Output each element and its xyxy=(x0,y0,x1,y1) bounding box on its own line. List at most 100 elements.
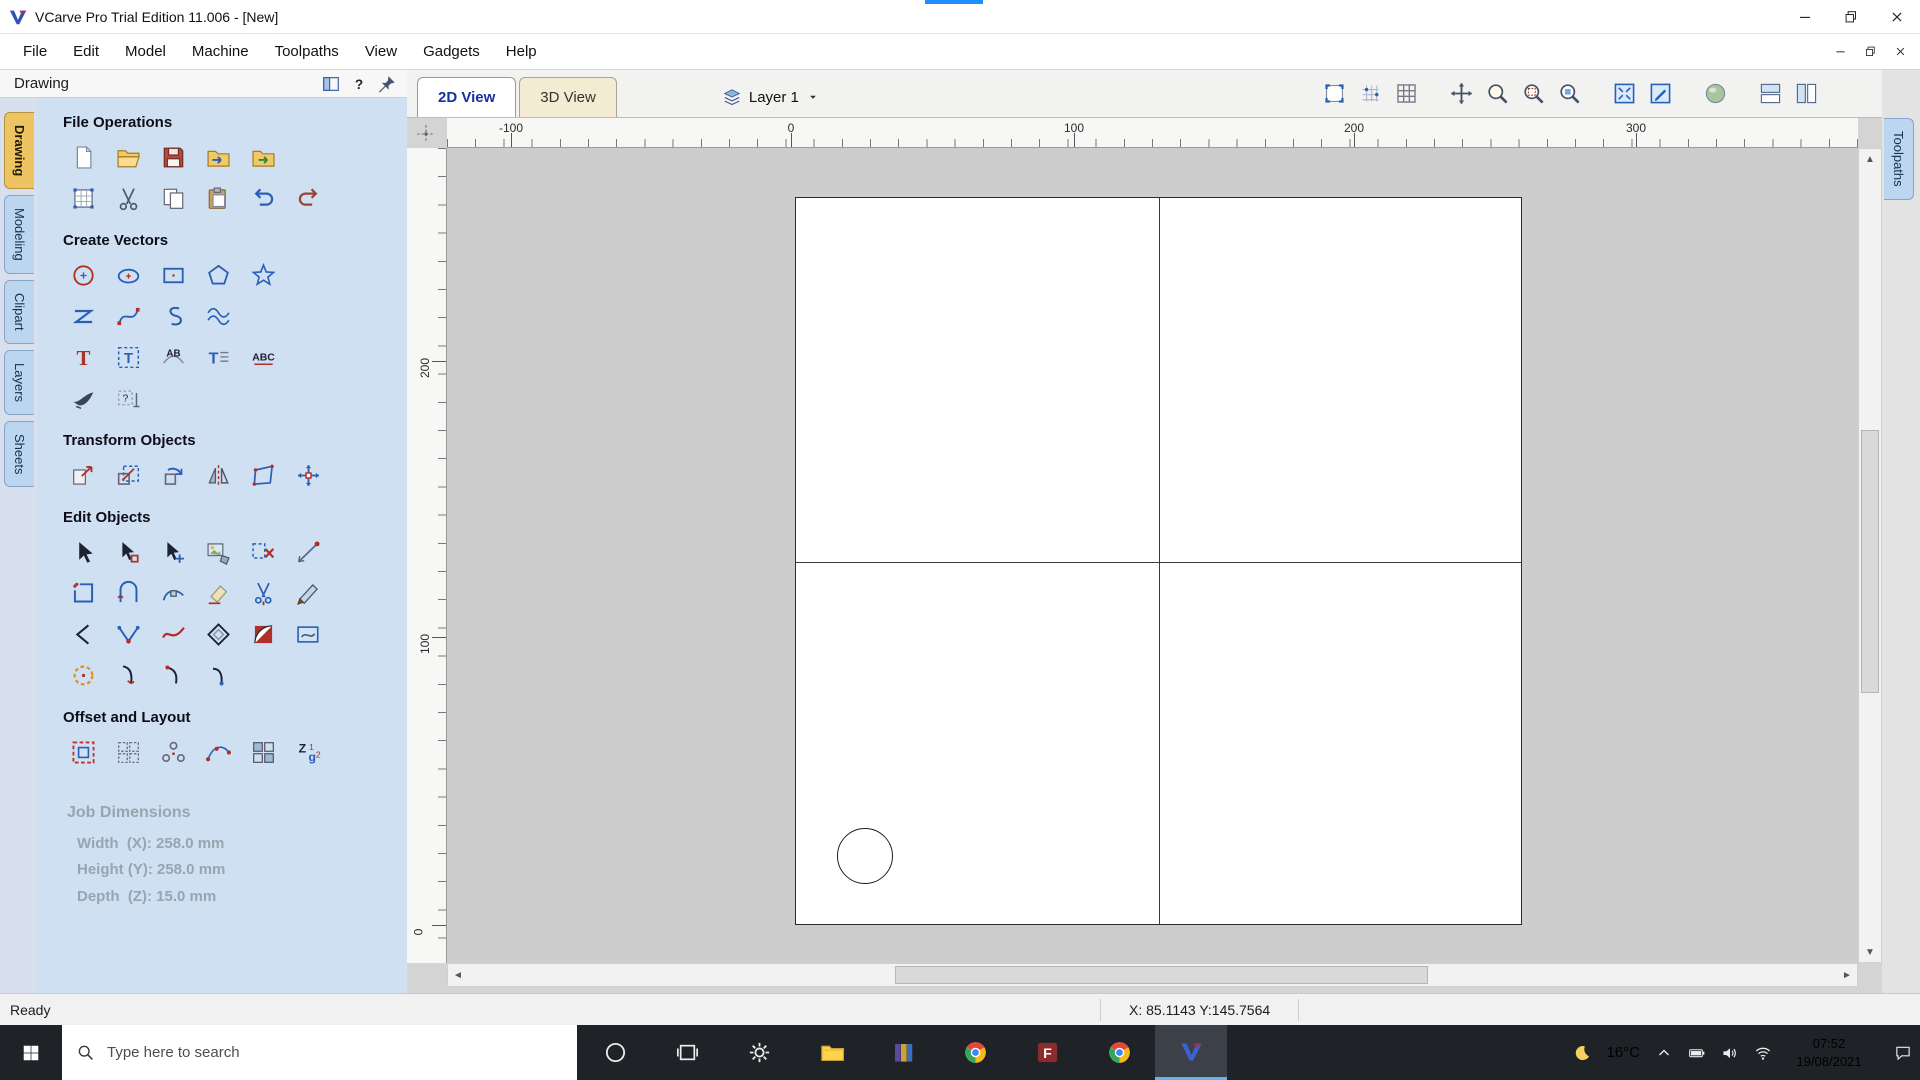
insert-node-tool-button[interactable] xyxy=(108,615,148,653)
side-tab-layers[interactable]: Layers xyxy=(4,350,34,415)
notification-icon[interactable] xyxy=(1894,1044,1912,1062)
extend-arc-tool-button[interactable] xyxy=(108,656,148,694)
volume-icon[interactable] xyxy=(1721,1044,1739,1062)
toggle-shading-button[interactable] xyxy=(1700,78,1731,109)
menu-toolpaths[interactable]: Toolpaths xyxy=(262,34,352,69)
import-vectors-tool-button[interactable] xyxy=(198,138,238,176)
undo-tool-button[interactable] xyxy=(243,179,283,217)
menu-file[interactable]: File xyxy=(10,34,60,69)
vertical-scroll-thumb[interactable] xyxy=(1861,430,1879,693)
scroll-right-icon[interactable] xyxy=(1837,964,1857,986)
fillet-tool-button[interactable] xyxy=(243,615,283,653)
copy-along-tool-button[interactable] xyxy=(198,733,238,771)
curve-fit-tool-button[interactable] xyxy=(153,574,193,612)
side-tab-drawing[interactable]: Drawing xyxy=(4,112,34,189)
arc-fit-tool-button[interactable] xyxy=(63,615,103,653)
scale-tool-button[interactable] xyxy=(108,456,148,494)
side-tab-modeling[interactable]: Modeling xyxy=(4,195,34,274)
zoom-selected-button[interactable] xyxy=(1554,78,1585,109)
cut-tool-button[interactable] xyxy=(108,179,148,217)
open-file-tool-button[interactable] xyxy=(108,138,148,176)
side-tab-sheets[interactable]: Sheets xyxy=(4,421,34,487)
new-file-tool-button[interactable] xyxy=(63,138,103,176)
boolean-tool-button[interactable] xyxy=(198,615,238,653)
join-vectors-tool-button[interactable] xyxy=(63,574,103,612)
battery-icon[interactable] xyxy=(1688,1044,1706,1062)
text-on-curve-tool-button[interactable]: AB xyxy=(153,338,193,376)
taskbar-file-explorer-icon[interactable] xyxy=(795,1025,867,1080)
start-button[interactable] xyxy=(0,1025,62,1080)
arc-seg-1-tool-button[interactable] xyxy=(153,656,193,694)
fit-curve-tool-button[interactable] xyxy=(153,615,193,653)
arc-seg-2-tool-button[interactable] xyxy=(198,656,238,694)
knife-tool-button[interactable] xyxy=(288,574,328,612)
copy-tool-button[interactable] xyxy=(153,179,193,217)
taskbar-chrome-icon[interactable] xyxy=(939,1025,1011,1080)
vertical-scrollbar[interactable] xyxy=(1858,148,1882,963)
zoom-box-button[interactable] xyxy=(1518,78,1549,109)
measure-tool-button[interactable] xyxy=(288,533,328,571)
scroll-down-icon[interactable] xyxy=(1859,942,1881,962)
node-edit-tool-button[interactable] xyxy=(108,533,148,571)
menu-help[interactable]: Help xyxy=(493,34,550,69)
menu-model[interactable]: Model xyxy=(112,34,179,69)
panel-pin-button[interactable] xyxy=(377,74,397,94)
zoom-drawing-button[interactable] xyxy=(1645,78,1676,109)
rotate-tool-button[interactable] xyxy=(153,456,193,494)
taskbar-f-app-icon[interactable]: F xyxy=(1011,1025,1083,1080)
taskbar-chrome-2-icon[interactable] xyxy=(1083,1025,1155,1080)
panel-help-button[interactable]: ? xyxy=(349,74,369,94)
crop-tool-button[interactable] xyxy=(288,615,328,653)
layer-selector[interactable]: Layer 1 xyxy=(722,87,820,107)
tray-expand-icon[interactable] xyxy=(1655,1044,1673,1062)
join-smooth-tool-button[interactable] xyxy=(108,574,148,612)
canvas[interactable] xyxy=(447,148,1858,963)
menu-view[interactable]: View xyxy=(352,34,410,69)
clock[interactable]: 07:52 19/08/2021 xyxy=(1787,1035,1871,1070)
mdi-close-button[interactable] xyxy=(1886,39,1914,65)
menu-gadgets[interactable]: Gadgets xyxy=(410,34,493,69)
temperature-widget[interactable]: 16°C xyxy=(1606,1044,1640,1061)
array-copy-tool-button[interactable] xyxy=(108,733,148,771)
horizontal-scrollbar[interactable] xyxy=(447,963,1858,987)
edit-picture-tool-button[interactable] xyxy=(198,533,238,571)
text-to-curves-tool-button[interactable]: ABC xyxy=(243,338,283,376)
tile-vertical-button[interactable] xyxy=(1791,78,1822,109)
erase-tool-button[interactable] xyxy=(198,574,238,612)
tile-horizontal-button[interactable] xyxy=(1755,78,1786,109)
draw-circle-tool-button[interactable] xyxy=(63,256,103,294)
draw-rectangle-tool-button[interactable] xyxy=(153,256,193,294)
mirror-tool-button[interactable] xyxy=(198,456,238,494)
side-tab-toolpaths[interactable]: Toolpaths xyxy=(1884,118,1914,200)
zoom-extents-button[interactable] xyxy=(1609,78,1640,109)
draw-ellipse-tool-button[interactable] xyxy=(108,256,148,294)
job-setup-tool-button[interactable] xyxy=(63,179,103,217)
drawn-circle-vector[interactable] xyxy=(837,828,893,884)
circular-copy-tool-button[interactable] xyxy=(153,733,193,771)
snap-grid-button[interactable] xyxy=(1355,78,1386,109)
select-tool-button[interactable] xyxy=(63,533,103,571)
ruler-origin-icon[interactable] xyxy=(412,120,440,148)
draw-gear-tool-button[interactable] xyxy=(198,297,238,335)
menu-edit[interactable]: Edit xyxy=(60,34,112,69)
pan-button[interactable] xyxy=(1446,78,1477,109)
taskbar-winrar-icon[interactable] xyxy=(867,1025,939,1080)
trim-tool-button[interactable] xyxy=(243,574,283,612)
align-tool-button[interactable] xyxy=(288,456,328,494)
horizontal-scroll-thumb[interactable] xyxy=(895,966,1428,984)
tab-3d-view[interactable]: 3D View xyxy=(519,77,617,117)
snap-options-button[interactable] xyxy=(1319,78,1350,109)
night-light-icon[interactable] xyxy=(1573,1044,1591,1062)
redo-tool-button[interactable] xyxy=(288,179,328,217)
smart-nesting-tool-button[interactable]: Zg12 xyxy=(288,733,328,771)
text-in-box-tool-button[interactable]: T xyxy=(198,338,238,376)
zoom-interactive-button[interactable] xyxy=(1482,78,1513,109)
transform-edit-tool-button[interactable] xyxy=(153,533,193,571)
draw-arc-tool-button[interactable] xyxy=(153,297,193,335)
grid-toggle-button[interactable] xyxy=(1391,78,1422,109)
draw-text-box-tool-button[interactable]: T xyxy=(108,338,148,376)
paste-tool-button[interactable] xyxy=(198,179,238,217)
close-button[interactable] xyxy=(1874,0,1920,33)
offset-tool-button[interactable] xyxy=(63,733,103,771)
draw-text-tool-button[interactable]: T xyxy=(63,338,103,376)
